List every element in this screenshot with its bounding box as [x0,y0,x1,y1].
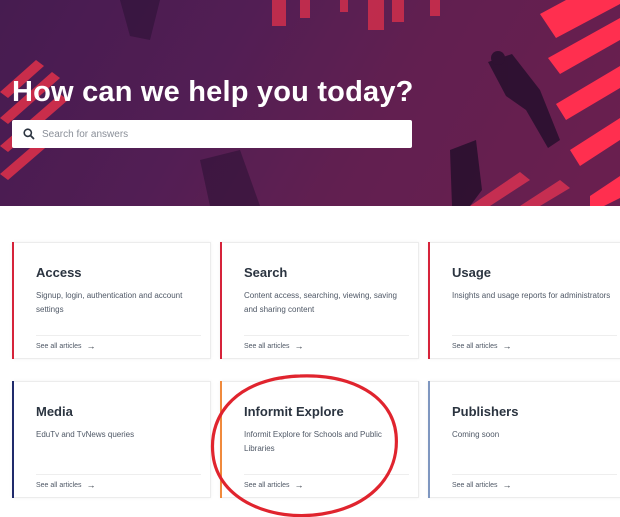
card-accent [428,381,430,498]
category-card-search[interactable]: Search Content access, searching, viewin… [220,242,419,359]
search-input[interactable] [42,128,402,140]
link-label: See all articles [36,482,82,489]
card-accent [12,242,14,359]
card-title: Media [36,404,73,419]
link-label: See all articles [244,482,290,489]
card-divider [36,335,201,336]
card-description: Signup, login, authentication and accoun… [36,291,183,314]
category-card-usage[interactable]: Usage Insights and usage reports for adm… [428,242,620,359]
card-description: EduTv and TvNews queries [36,430,135,439]
link-label: See all articles [452,482,498,489]
page-title: How can we help you today? [12,76,414,108]
arrow-right-icon: → [294,341,304,351]
card-description: Insights and usage reports for administr… [452,291,611,300]
see-all-articles-link[interactable]: See all articles → [452,341,512,351]
search-icon [23,128,35,140]
card-divider [244,335,409,336]
category-card-informit-explore[interactable]: Informit Explore Informit Explore for Sc… [220,381,419,498]
arrow-right-icon: → [294,480,304,490]
link-label: See all articles [452,343,498,350]
see-all-articles-link[interactable]: See all articles → [244,341,304,351]
card-title: Search [244,265,288,280]
arrow-right-icon: → [86,341,96,351]
link-label: See all articles [36,343,82,350]
card-description: Content access, searching, viewing, savi… [244,291,397,314]
see-all-articles-link[interactable]: See all articles → [36,480,96,490]
see-all-articles-link[interactable]: See all articles → [36,341,96,351]
card-description: Informit Explore for Schools and Public … [244,430,382,453]
card-title: Informit Explore [244,404,344,419]
arrow-right-icon: → [502,480,512,490]
card-divider [452,474,617,475]
card-divider [452,335,617,336]
card-description: Coming soon [452,430,500,439]
card-accent [12,381,14,498]
search-bar[interactable] [12,120,412,148]
arrow-right-icon: → [502,341,512,351]
card-accent [220,242,222,359]
category-card-publishers[interactable]: Publishers Coming soon See all articles … [428,381,620,498]
card-title: Publishers [452,404,519,419]
see-all-articles-link[interactable]: See all articles → [244,480,304,490]
hero-banner: How can we help you today? [0,0,620,206]
see-all-articles-link[interactable]: See all articles → [452,480,512,490]
card-title: Access [36,265,82,280]
card-divider [36,474,201,475]
category-card-access[interactable]: Access Signup, login, authentication and… [12,242,211,359]
category-card-media[interactable]: Media EduTv and TvNews queries See all a… [12,381,211,498]
card-accent [220,381,222,498]
link-label: See all articles [244,343,290,350]
card-accent [428,242,430,359]
card-title: Usage [452,265,492,280]
card-divider [244,474,409,475]
arrow-right-icon: → [86,480,96,490]
